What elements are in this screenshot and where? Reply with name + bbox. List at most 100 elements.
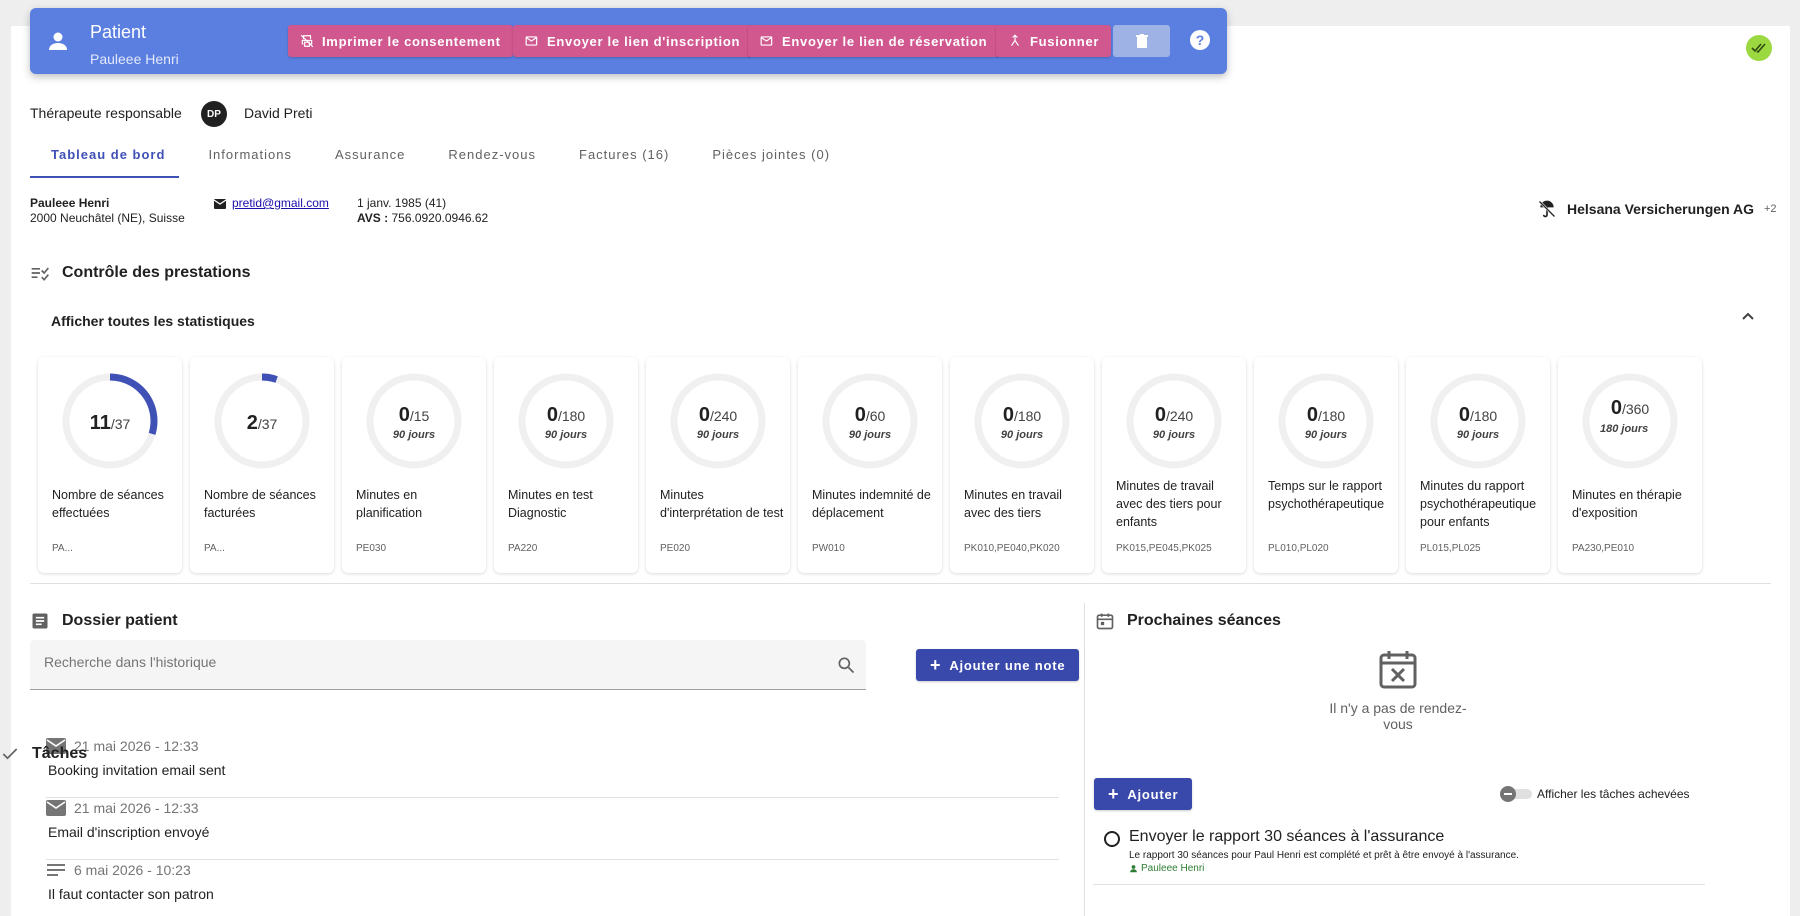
stat-label: Minutes d'interprétation de test	[660, 488, 784, 520]
mail-icon	[46, 800, 66, 816]
tab-insurance[interactable]: Assurance	[335, 139, 405, 179]
show-completed-label: Afficher les tâches achevées	[1537, 787, 1690, 801]
document-icon	[32, 613, 48, 629]
stat-value: 0/180	[1306, 404, 1346, 426]
merge-button[interactable]: Fusionner	[996, 25, 1112, 57]
insurer-name: Helsana Versicherungen AG	[1567, 201, 1754, 217]
stat-period: 90 jours	[392, 429, 436, 441]
add-note-button[interactable]: + Ajouter une note	[916, 649, 1080, 681]
stat-label: Temps sur le rapport psychothérapeutique	[1268, 479, 1385, 511]
stat-label: Nombre de séances facturées	[204, 488, 316, 520]
stat-period: 180 jours	[1600, 423, 1649, 435]
stat-code: PE020	[660, 543, 691, 554]
stat-value: 0/180	[1002, 404, 1042, 426]
tab-attachments[interactable]: Pièces jointes (0)	[712, 139, 830, 179]
tasks-title: Tâches	[0, 744, 87, 764]
chevron-up-icon[interactable]	[1740, 309, 1756, 325]
therapist-avatar: DP	[201, 101, 227, 127]
stat-label: Minutes de travail avec des tiers pour e…	[1116, 479, 1222, 529]
stat-period: 90 jours	[696, 429, 740, 441]
tab-informations[interactable]: Informations	[208, 139, 292, 179]
stat-period: 90 jours	[1152, 429, 1196, 441]
patient-file-label: Dossier patient	[62, 612, 178, 629]
history-item[interactable]: 21 mai 2026 - 12:33 Booking invitation e…	[46, 738, 1059, 798]
stat-card: 0/180 90 jours Minutes en travail avec des…	[950, 357, 1094, 573]
send-registration-link-button[interactable]: Envoyer le lien d'inscription	[513, 25, 753, 57]
avs-label: AVS :	[357, 211, 389, 225]
delete-button[interactable]	[1113, 25, 1170, 57]
stat-value: 0/360	[1610, 397, 1650, 419]
stat-card: 0/180 90 jours Minutes en test Diagnostic P…	[494, 357, 638, 573]
stat-period: 90 jours	[848, 429, 892, 441]
services-control-title: Contrôle des prestations	[30, 263, 250, 283]
stat-code: PA220	[508, 543, 538, 554]
tab-dashboard[interactable]: Tableau de bord	[51, 139, 165, 179]
task-complete-checkbox[interactable]	[1104, 831, 1120, 847]
stat-period: 90 jours	[1304, 429, 1348, 441]
plus-icon: +	[930, 655, 942, 675]
stat-code: PA230,PE010	[1572, 543, 1635, 554]
therapist-label: Thérapeute responsable	[30, 105, 182, 121]
tab-invoices[interactable]: Factures (16)	[579, 139, 669, 179]
plus-icon: +	[1108, 784, 1120, 804]
history-date: 6 mai 2026 - 10:23	[74, 862, 191, 878]
task-patient[interactable]: Pauleee Henri	[1129, 863, 1204, 874]
stat-code: PK010,PE040,PK020	[964, 543, 1060, 554]
help-icon[interactable]: ?	[1190, 30, 1210, 50]
person-icon	[49, 32, 67, 50]
stat-label: Minutes en thérapie d'exposition	[1572, 488, 1682, 520]
mail-send-icon	[525, 36, 538, 46]
stat-value: 0/60	[854, 404, 886, 426]
insurer-info[interactable]: Helsana Versicherungen AG +2	[1537, 199, 1777, 219]
patient-email-link[interactable]: pretid@gmail.com	[232, 196, 329, 211]
history-text: Il faut contacter son patron	[48, 886, 214, 902]
stat-code: PA...	[52, 543, 73, 554]
mail-send-icon	[760, 36, 773, 46]
patient-header: Patient Pauleee Henri Imprimer le consen…	[30, 8, 1227, 74]
note-icon	[47, 864, 65, 876]
patient-birthdate: 1 janv. 1985 (41)	[357, 196, 447, 210]
show-all-stats-toggle[interactable]: Afficher toutes les statistiques	[51, 313, 255, 329]
add-task-button[interactable]: + Ajouter	[1094, 778, 1193, 810]
person-icon	[1130, 865, 1137, 873]
task-title[interactable]: Envoyer le rapport 30 séances à l'assura…	[1129, 828, 1444, 846]
stat-card: 2/37 Nombre de séances facturées PA...	[190, 357, 334, 573]
stat-code: PE030	[356, 543, 387, 554]
therapist-name[interactable]: David Preti	[244, 105, 312, 121]
search-icon[interactable]	[836, 655, 856, 675]
history-search-input[interactable]	[44, 654, 804, 670]
add-task-label: Ajouter	[1127, 786, 1179, 802]
task-description: Le rapport 30 séances pour Paul Henri es…	[1129, 850, 1519, 861]
calendar-remove-icon	[1379, 651, 1417, 689]
print-off-icon	[300, 34, 314, 48]
stat-card: 11/37 Nombre de séances effectuées PA...	[38, 357, 182, 573]
column-divider	[1084, 603, 1085, 916]
stat-period: 90 jours	[544, 429, 588, 441]
upcoming-sessions-title: Prochaines séances	[1095, 611, 1281, 631]
history-item[interactable]: 21 mai 2026 - 12:33 Email d'inscription …	[46, 800, 1059, 860]
task-divider	[1093, 884, 1705, 885]
stat-label: Minutes en travail avec des tiers	[964, 488, 1062, 520]
stat-card: 0/15 90 jours Minutes en planification PE03…	[342, 357, 486, 573]
stat-value: 0/240	[698, 404, 738, 426]
tab-appointments[interactable]: Rendez-vous	[448, 139, 536, 179]
patient-address: 2000 Neuchâtel (NE), Suisse	[30, 211, 185, 225]
progress-ring	[1582, 373, 1678, 469]
show-completed-toggle[interactable]	[1500, 786, 1534, 802]
stat-code: PL010,PL020	[1268, 543, 1329, 554]
header-patient-name: Pauleee Henri	[90, 51, 179, 67]
calendar-icon	[1096, 613, 1114, 630]
stat-label: Minutes du rapport psychothérapeutique p…	[1420, 479, 1537, 529]
stat-value: 0/15	[398, 404, 430, 426]
send-booking-link-button[interactable]: Envoyer le lien de réservation	[748, 25, 1000, 57]
upcoming-sessions-label: Prochaines séances	[1127, 612, 1281, 629]
history-date: 21 mai 2026 - 12:33	[74, 800, 199, 816]
print-consent-button[interactable]: Imprimer le consentement	[288, 25, 513, 57]
stat-code: PW010	[812, 543, 845, 554]
umbrella-off-icon	[1538, 200, 1556, 218]
history-search	[30, 640, 866, 690]
history-item[interactable]: 6 mai 2026 - 10:23 Il faut contacter son…	[46, 862, 1059, 916]
add-note-label: Ajouter une note	[949, 657, 1066, 673]
insurer-more-count: +2	[1764, 203, 1777, 215]
patient-birth-avs: 1 janv. 1985 (41) AVS : 756.0920.0946.62	[357, 196, 488, 226]
